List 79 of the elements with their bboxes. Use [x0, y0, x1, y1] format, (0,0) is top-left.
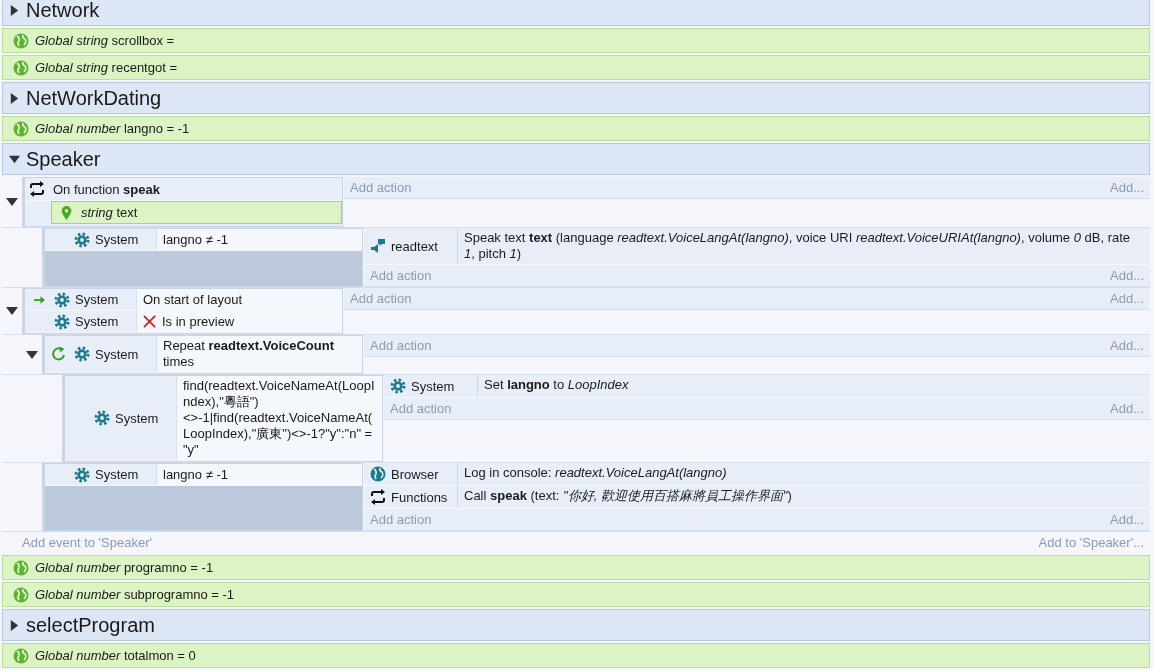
gear-icon: [74, 346, 90, 362]
group-title: Speaker: [26, 147, 101, 171]
condition-row[interactable]: System langno ≠ -1: [45, 464, 362, 486]
variable-row[interactable]: Global number programno = -1: [2, 555, 1150, 580]
condition-row[interactable]: System Is in preview: [25, 311, 342, 333]
condition-text: langno ≠ -1: [163, 231, 228, 248]
expand-icon[interactable]: [9, 619, 20, 631]
gear-icon: [390, 378, 406, 394]
object-name: Functions: [391, 489, 448, 505]
collapse-icon[interactable]: [6, 305, 18, 317]
object-name: System: [115, 410, 159, 426]
object-name: System: [411, 378, 455, 394]
action-text: Speak text text (language readtext.VoiceLangAt(langno), voice URI readtext.VoiceURIAt(langno), volume 0 dB, rate 1, pitch 1): [464, 230, 1131, 261]
gear-icon: [54, 313, 70, 330]
variable-row[interactable]: Global string recentgot =: [2, 55, 1150, 80]
globe-icon: [13, 586, 29, 603]
gear-icon: [54, 291, 70, 308]
arrows-icon: [370, 489, 386, 505]
variable-declaration: Global string recentgot =: [35, 60, 177, 75]
globe-icon: [13, 32, 29, 49]
collapse-icon[interactable]: [6, 196, 18, 208]
condition-text: langno ≠ -1: [163, 466, 228, 483]
condition-text: On start of layout: [143, 291, 242, 308]
pin-icon: [60, 205, 73, 220]
action-text: Call speak (text: "你好, 歡迎使用百搭麻將員工操作界面"): [464, 488, 792, 503]
condition-text: Repeat readtext.VoiceCount times: [163, 338, 335, 370]
parameter-row[interactable]: string text: [51, 201, 342, 224]
collapse-icon[interactable]: [26, 348, 38, 361]
globe-icon: [13, 647, 29, 664]
action-row[interactable]: Functions Call speak (text: "你好, 歡迎使用百搭麻將員工操作界面"): [364, 486, 1150, 509]
action-text: Set langno to LoopIndex: [484, 377, 629, 392]
variable-declaration: Global number subprogramno = -1: [35, 587, 235, 602]
expand-icon[interactable]: [9, 92, 20, 104]
variable-declaration: Global number langno = -1: [35, 121, 190, 136]
globe-icon: [13, 120, 29, 137]
gear-icon: [74, 466, 90, 483]
group-title: NetWorkDating: [26, 86, 162, 110]
parameter-text: string text: [81, 205, 138, 220]
object-name: readtext: [391, 238, 438, 254]
variable-row[interactable]: Global number totalmon = 0: [2, 643, 1150, 668]
action-text: Log in console: readtext.VoiceLangAt(langno): [464, 465, 727, 480]
speaker-icon: [370, 238, 386, 254]
group-header[interactable]: Speaker: [2, 143, 1150, 175]
variable-row[interactable]: Global number subprogramno = -1: [2, 582, 1150, 607]
globe-icon: [13, 559, 29, 576]
condition-row[interactable]: System find(readtext.VoiceNameAt(LoopIndex),"粵語")<>-1|find(readtext.VoiceNameAt(LoopIndex),"廣東")<>-1?"y":"n" = "y": [65, 376, 382, 461]
condition-text: find(readtext.VoiceNameAt(LoopIndex),"粵語")<>-1|find(readtext.VoiceNameAt(LoopIndex),"廣東")<>-1?"y":"n" = "y": [183, 378, 376, 458]
arrows-icon: [29, 181, 45, 197]
globe-icon: [13, 59, 29, 76]
variable-row[interactable]: Global string scrollbox =: [2, 28, 1150, 53]
action-row[interactable]: System Set langno to LoopIndex: [384, 375, 1150, 398]
variable-row[interactable]: Global number langno = -1: [2, 116, 1150, 141]
group-title: selectProgram: [26, 613, 155, 637]
object-name: System: [95, 346, 139, 362]
condition-text: Is in preview: [162, 313, 235, 330]
action-row[interactable]: readtext Speak text text (language readtext.VoiceLangAt(langno), voice URI readtext.VoiceURIAt(langno), volume 0 dB, rate 1, pitch 1): [364, 228, 1150, 265]
object-name: System: [95, 232, 139, 247]
object-name: System: [75, 314, 119, 329]
object-name: System: [75, 292, 119, 307]
group-header[interactable]: Network: [2, 0, 1150, 26]
object-name: System: [95, 467, 139, 482]
action-row[interactable]: Browser Log in console: readtext.VoiceLangAt(langno): [364, 463, 1150, 486]
condition-row[interactable]: On function speak: [25, 178, 342, 201]
group-title: Network: [26, 0, 100, 22]
gear-icon: [74, 231, 90, 248]
condition-text: On function speak: [53, 181, 160, 197]
object-name: Browser: [391, 466, 439, 482]
globe-icon: [370, 466, 386, 482]
gear-icon: [94, 410, 110, 426]
condition-row[interactable]: System Repeat readtext.VoiceCount times: [45, 336, 362, 373]
group-header[interactable]: NetWorkDating: [2, 82, 1150, 114]
variable-declaration: Global number programno = -1: [35, 560, 214, 575]
variable-declaration: Global string scrollbox =: [35, 33, 175, 48]
variable-declaration: Global number totalmon = 0: [35, 648, 196, 663]
condition-row[interactable]: System langno ≠ -1: [45, 229, 362, 251]
condition-row[interactable]: System On start of layout: [25, 289, 342, 311]
expand-icon[interactable]: [9, 4, 20, 16]
collapse-icon[interactable]: [9, 153, 20, 165]
group-header[interactable]: selectProgram: [2, 609, 1150, 641]
